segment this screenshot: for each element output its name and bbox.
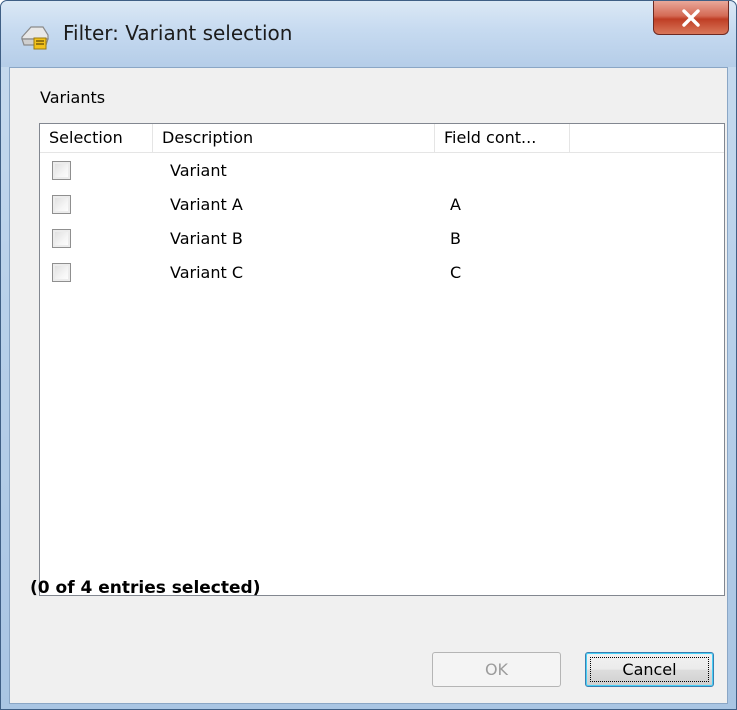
row-description: Variant B: [170, 229, 243, 248]
row-checkbox[interactable]: [52, 263, 71, 282]
window-title: Filter: Variant selection: [63, 21, 293, 45]
dialog-window: Filter: Variant selection Variants Selec…: [0, 0, 737, 710]
cancel-button[interactable]: Cancel: [585, 652, 714, 687]
column-header-field-content[interactable]: Field cont...: [435, 124, 570, 152]
column-header-selection[interactable]: Selection: [40, 124, 153, 152]
variants-list[interactable]: Selection Description Field cont... Vari…: [39, 123, 725, 596]
column-header-description[interactable]: Description: [153, 124, 435, 152]
list-item[interactable]: Variant A A: [40, 188, 724, 222]
variants-label: Variants: [40, 88, 106, 107]
row-description: Variant C: [170, 263, 244, 282]
row-checkbox[interactable]: [52, 161, 71, 180]
list-item[interactable]: Variant: [40, 154, 724, 188]
ok-button[interactable]: OK: [432, 652, 561, 687]
row-description: Variant A: [170, 195, 243, 214]
list-item[interactable]: Variant B B: [40, 222, 724, 256]
row-checkbox[interactable]: [52, 229, 71, 248]
ok-button-label: OK: [484, 660, 509, 679]
selection-status: (0 of 4 entries selected): [30, 578, 261, 598]
filter-icon: [19, 23, 51, 51]
close-button[interactable]: [653, 1, 729, 35]
row-field-content: B: [450, 229, 461, 248]
row-checkbox[interactable]: [52, 195, 71, 214]
close-icon: [681, 8, 701, 27]
list-item[interactable]: Variant C C: [40, 256, 724, 290]
list-header: Selection Description Field cont...: [40, 124, 724, 153]
dialog-body: Variants Selection Description Field con…: [9, 67, 728, 704]
row-field-content: A: [450, 195, 461, 214]
title-bar[interactable]: Filter: Variant selection: [1, 1, 736, 67]
row-description: Variant: [170, 161, 227, 180]
focus-rectangle: [590, 657, 709, 682]
row-field-content: C: [450, 263, 462, 282]
